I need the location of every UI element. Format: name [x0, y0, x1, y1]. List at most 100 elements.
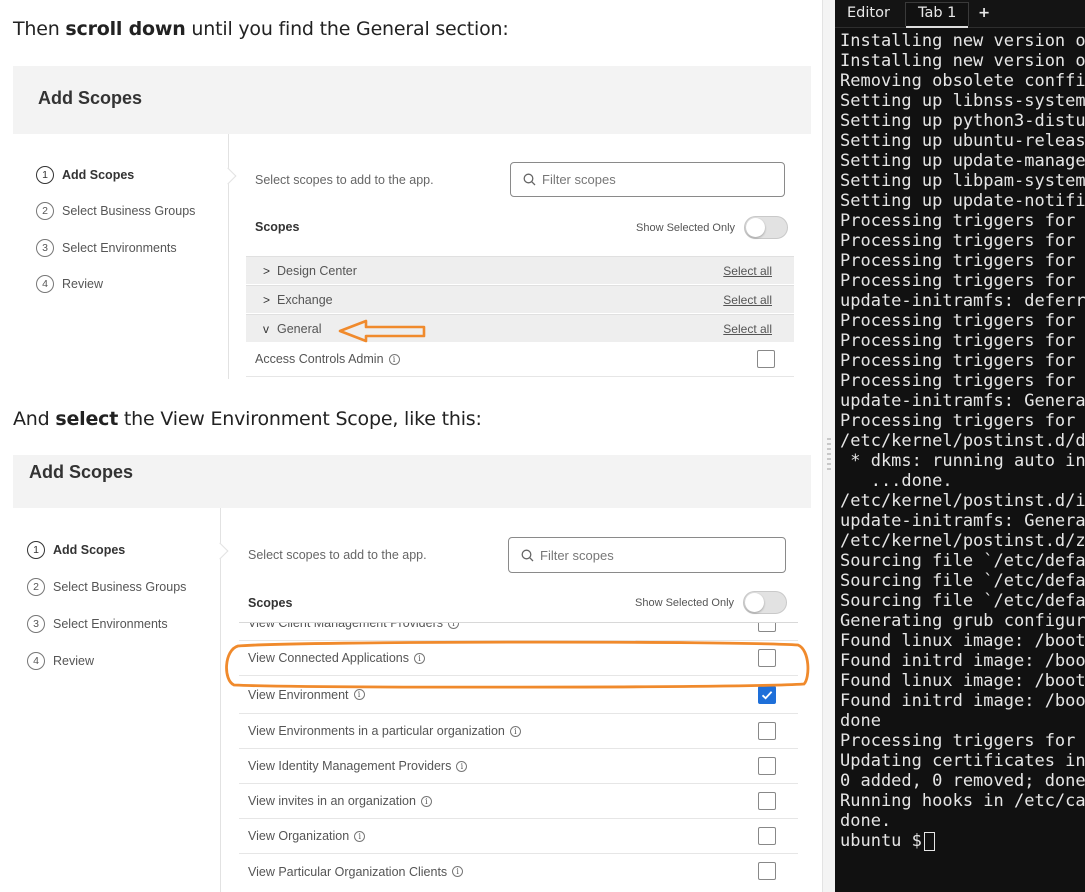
terminal-line: Setting up libpam-systemd [840, 171, 1085, 191]
scope-checkbox[interactable] [758, 623, 776, 632]
scopes-label: Scopes [248, 596, 293, 610]
terminal-line: ...done. [840, 471, 953, 491]
step-select-business-groups: 2 Select Business Groups [27, 578, 186, 596]
terminal-line: Sourcing file `/etc/defau [840, 571, 1085, 591]
info-icon[interactable]: i [456, 760, 468, 772]
terminal-line: Found linux image: /boot/ [840, 631, 1085, 651]
terminal-line: Processing triggers for l [840, 211, 1085, 231]
intro-text: Select scopes to add to the app. [248, 548, 427, 562]
intro-text: Select scopes to add to the app. [255, 173, 434, 187]
select-all-link[interactable]: Select all [723, 293, 772, 307]
scope-checkbox[interactable] [757, 350, 775, 368]
dialog-title: Add Scopes [38, 88, 143, 108]
terminal-line: Setting up python3-distup [840, 111, 1085, 131]
instruction-text: the View Environment Scope, like this: [118, 408, 482, 430]
info-icon[interactable]: i [354, 830, 366, 842]
toggle-knob [746, 218, 766, 237]
group-exchange[interactable]: > Exchange Select all [246, 285, 794, 313]
step-select-environments: 3 Select Environments [36, 239, 177, 257]
step-label: Add Scopes [53, 543, 126, 557]
filter-scopes-input[interactable]: Filter scopes [508, 537, 786, 573]
terminal-line: Setting up update-manager [840, 151, 1085, 171]
show-selected-toggle[interactable] [744, 216, 789, 239]
info-icon[interactable]: i [420, 795, 432, 807]
chevron-right-icon: > [263, 263, 271, 278]
scope-label: View invites in an organization [248, 794, 416, 808]
select-all-link[interactable]: Select all [723, 264, 772, 278]
scope-row-view-invites: View invites in an organization i [239, 784, 798, 819]
terminal-line: update-initramfs: deferri [840, 291, 1085, 311]
terminal-line: done. [840, 811, 892, 831]
info-icon[interactable]: i [448, 623, 460, 629]
terminal-line: Installing new version of [840, 51, 1085, 71]
scope-row-view-client-management-providers: View Client Management Providers i [239, 622, 798, 641]
scope-checkbox[interactable] [758, 757, 776, 775]
info-icon[interactable]: i [509, 725, 521, 737]
step-number: 2 [27, 578, 45, 596]
scope-label: View Environments in a particular organi… [248, 724, 505, 738]
terminal-pane[interactable]: Editor Tab 1 + Installing new version of… [835, 0, 1085, 892]
filter-scopes-input[interactable]: Filter scopes [510, 162, 785, 197]
show-selected-only-control: Show Selected Only [636, 216, 789, 239]
instruction-text: until you find the General section: [185, 18, 509, 40]
step-number: 3 [27, 615, 45, 633]
scope-checkbox[interactable] [758, 792, 776, 810]
terminal-line: Processing triggers for m [840, 251, 1085, 271]
chevron-down-icon: v [263, 321, 269, 336]
step-label: Select Environments [62, 241, 177, 255]
terminal-line: Found initrd image: /boot [840, 691, 1085, 711]
group-label: Exchange [277, 292, 333, 307]
step-number: 4 [36, 275, 54, 293]
dialog-title: Add Scopes [29, 462, 134, 482]
group-label: Design Center [277, 263, 357, 278]
terminal-output: Installing new version of Installing new … [840, 31, 1085, 851]
step-select-environments: 3 Select Environments [27, 615, 168, 633]
scopes-label: Scopes [255, 220, 300, 234]
terminal-line: Removing obsolete conffil [840, 71, 1085, 91]
step-review: 4 Review [27, 652, 94, 670]
scope-checkbox[interactable] [758, 827, 776, 845]
group-label: General [277, 321, 322, 336]
scope-label: View Client Management Providers [248, 622, 444, 630]
terminal-line: Sourcing file `/etc/defau [840, 551, 1085, 571]
scope-label: View Identity Management Providers [248, 759, 452, 773]
scope-row-view-particular-organization-clients: View Particular Organization Clients i [239, 854, 798, 889]
group-design-center[interactable]: > Design Center Select all [246, 256, 794, 284]
instruction-scroll-down: Then scroll down until you find the Gene… [13, 18, 509, 40]
scope-label: View Organization [248, 829, 350, 843]
pane-splitter[interactable] [822, 0, 835, 892]
step-number: 1 [36, 166, 54, 184]
terminal-prompt: ubuntu $ [840, 831, 922, 851]
select-all-link[interactable]: Select all [723, 322, 772, 336]
info-icon[interactable]: i [452, 866, 464, 877]
scope-checkbox[interactable] [758, 862, 776, 880]
terminal-line: Processing triggers for i [840, 331, 1085, 351]
terminal-line: Updating certificates in [840, 751, 1085, 771]
terminal-line: Processing triggers for l [840, 411, 1085, 431]
step-number: 1 [27, 541, 45, 559]
step-label: Select Business Groups [62, 204, 196, 218]
search-icon [521, 549, 534, 561]
step-review: 4 Review [36, 275, 103, 293]
show-selected-only-control: Show Selected Only [635, 591, 788, 614]
terminal-line: Processing triggers for p [840, 271, 1085, 291]
group-general[interactable]: v General Select all [246, 314, 794, 342]
new-tab-button[interactable]: + [978, 5, 990, 21]
tab-tab-1[interactable]: Tab 1 [905, 2, 970, 28]
terminal-line: Processing triggers for i [840, 371, 1085, 391]
scope-label: View Particular Organization Clients [248, 864, 448, 879]
tab-editor[interactable]: Editor [847, 5, 890, 21]
terminal-line: update-initramfs: Generat [840, 391, 1085, 411]
info-icon[interactable]: i [388, 353, 400, 365]
scope-row-view-identity-management-providers: View Identity Management Providers i [239, 749, 798, 784]
terminal-line: /etc/kernel/postinst.d/zz [840, 531, 1085, 551]
terminal-line: /etc/kernel/postinst.d/dk [840, 431, 1085, 451]
terminal-line: done [840, 711, 881, 731]
stepper-pointer [211, 542, 229, 560]
step-label: Review [53, 654, 94, 668]
scope-checkbox[interactable] [758, 722, 776, 740]
terminal-line: Setting up libnss-systemd [840, 91, 1085, 111]
show-selected-toggle[interactable] [743, 591, 788, 614]
terminal-line: 0 added, 0 removed; done. [840, 771, 1085, 791]
terminal-prompt-line[interactable]: ubuntu $ [840, 831, 1085, 851]
